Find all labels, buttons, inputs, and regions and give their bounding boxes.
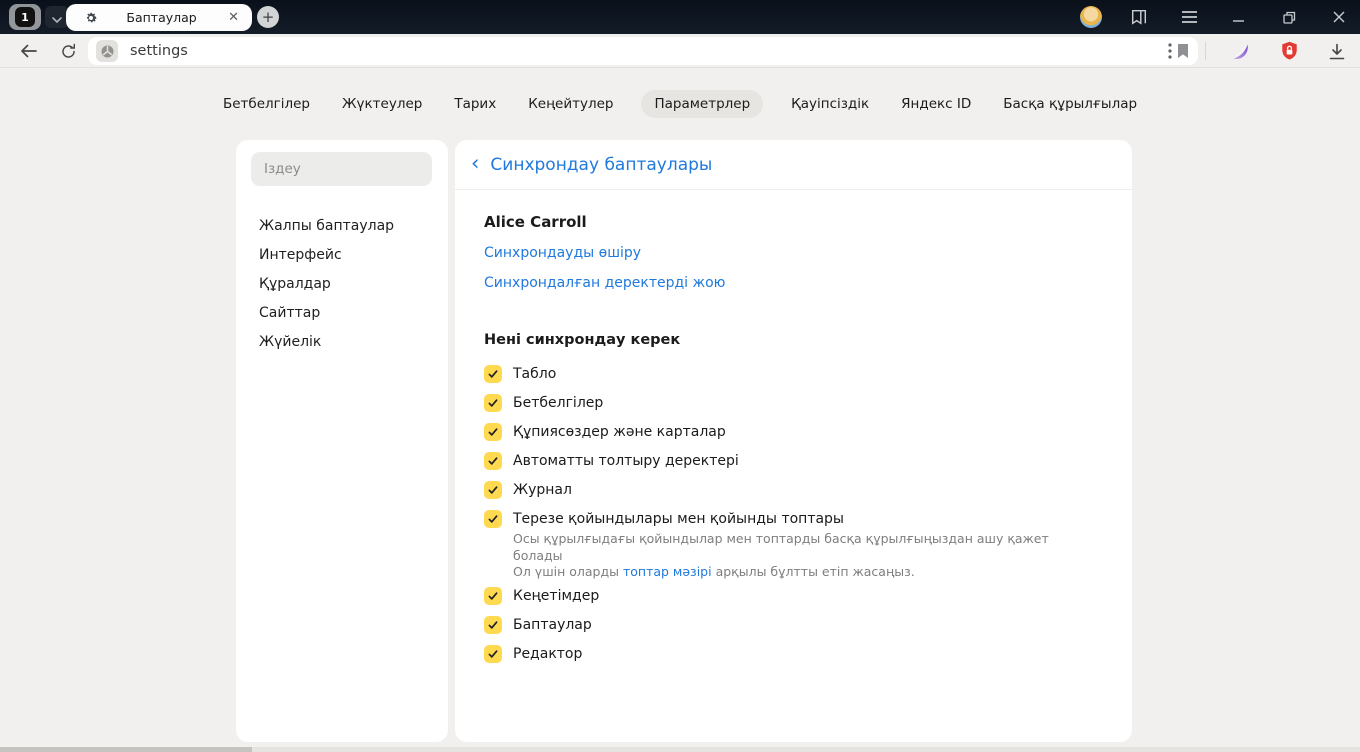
tab-counter-badge: 1 [15,7,35,27]
checkbox-label: Табло [513,366,557,382]
checkbox-row-bookmarks: Бетбелгілер [484,394,1102,412]
delete-synced-data-link[interactable]: Синхрондалған деректерді жою [484,275,725,291]
gear-icon [84,11,98,25]
minimize-icon[interactable] [1226,4,1252,30]
horizontal-scrollbar-thumb[interactable] [0,747,252,752]
checkbox-label: Редактор [513,645,583,662]
restore-icon[interactable] [1276,4,1302,30]
sidebar-item-general[interactable]: Жалпы баптаулар [251,212,433,241]
panels-icon[interactable] [1126,4,1152,30]
browser-tab-settings[interactable]: Баптаулар ✕ [66,4,252,31]
checkbox-row-passwords: Құпиясөздер және карталар [484,423,1102,441]
sidebar-item-tools[interactable]: Құралдар [251,270,433,299]
tab-groups-description: Осы құрылғыдағы қойындылар мен топтарды … [513,531,1049,579]
checkbox-checked[interactable] [484,365,502,383]
menu-icon[interactable] [1176,4,1202,30]
checkbox-row-history: Журнал [484,481,1102,499]
titlebar: 1 Баптаулар ✕ + [0,0,1360,34]
checkbox-label: Кеңетімдер [513,587,600,604]
avatar[interactable] [1080,6,1102,28]
toolbar-divider [1205,42,1206,60]
checkbox-row-settings: Баптаулар [484,615,1102,634]
checkbox-label: Баптаулар [513,616,592,633]
protect-shield-icon[interactable] [1276,38,1302,64]
checkbox-checked[interactable] [484,481,502,499]
checkbox-checked[interactable] [484,510,502,528]
back-button[interactable] [14,37,42,65]
tab-title: Баптаулар [126,10,197,25]
close-window-icon[interactable] [1326,4,1352,30]
tab-bookmarks[interactable]: Бетбелгілер [219,90,314,118]
checkbox-label: Бетбелгілер [513,395,604,411]
checkbox-row-autofill: Автоматты толтыру деректері [484,452,1102,470]
tab-security[interactable]: Қауіпсіздік [787,90,873,118]
url-text[interactable]: settings [130,43,1176,59]
settings-sidebar: Жалпы баптаулар Интерфейс Құралдар Сайтт… [236,140,448,742]
tab-history[interactable]: Тарих [450,90,500,118]
checkbox-label: Автоматты толтыру деректері [513,453,739,469]
sync-settings-panel: ‹ Синхрондау баптаулары Alice Carroll Си… [455,140,1132,742]
feather-extension-icon[interactable] [1228,38,1254,64]
checkbox-checked[interactable] [484,394,502,412]
new-tab-button[interactable]: + [257,6,279,28]
site-icon[interactable] [96,40,118,62]
checkbox-row-tableau: Табло [484,365,1102,383]
tab-downloads[interactable]: Жүктеулер [338,90,426,118]
sync-settings-title[interactable]: Синхрондау баптаулары [490,155,712,175]
tab-settings[interactable]: Параметрлер [641,90,764,118]
settings-nav-tabs: Бетбелгілер Жүктеулер Тарих Кеңейтулер П… [0,90,1360,118]
tab-close-icon[interactable]: ✕ [225,10,242,25]
sidebar-item-system[interactable]: Жүйелік [251,328,433,357]
settings-page: Бетбелгілер Жүктеулер Тарих Кеңейтулер П… [0,68,1360,752]
sync-what-section-title: Нені синхрондау керек [484,332,681,348]
checkbox-checked[interactable] [484,615,502,634]
tab-yandex-id[interactable]: Яндекс ID [897,90,975,118]
horizontal-scrollbar[interactable] [0,747,1360,752]
checkbox-label: Терезе қойындылары мен қойынды топтары [513,511,844,527]
checkbox-label: Журнал [513,482,572,498]
tab-extensions[interactable]: Кеңейтулер [524,90,617,118]
checkbox-row-tab-groups: Терезе қойындылары мен қойынды топтары О… [484,510,1102,581]
checkbox-row-editor: Редактор [484,644,1102,663]
sidebar-item-interface[interactable]: Интерфейс [251,241,433,270]
download-icon[interactable] [1324,38,1350,64]
tab-counter-button[interactable]: 1 [9,4,41,30]
account-name: Alice Carroll [484,213,587,231]
address-bar[interactable]: settings [88,37,1198,65]
checkbox-label: Құпиясөздер және карталар [513,424,726,440]
toolbar: Баптаулар settings [0,34,1360,68]
disable-sync-link[interactable]: Синхрондауды өшіру [484,245,641,261]
reload-button[interactable] [54,37,82,65]
sync-settings-header: ‹ Синхрондау баптаулары [455,140,1132,190]
chevron-down-icon [52,8,62,27]
groups-menu-link[interactable]: топтар мәзірі [623,564,712,579]
checkbox-checked[interactable] [484,644,502,663]
checkbox-checked[interactable] [484,586,502,605]
tab-other-devices[interactable]: Басқа құрылғылар [999,90,1141,118]
search-input[interactable] [251,152,432,186]
checkbox-checked[interactable] [484,452,502,470]
sidebar-item-sites[interactable]: Сайттар [251,299,433,328]
back-chevron-icon[interactable]: ‹ [469,152,481,177]
checkbox-row-extensions: Кеңетімдер [484,586,1102,605]
kebab-menu-icon[interactable] [1157,38,1183,64]
checkbox-checked[interactable] [484,423,502,441]
